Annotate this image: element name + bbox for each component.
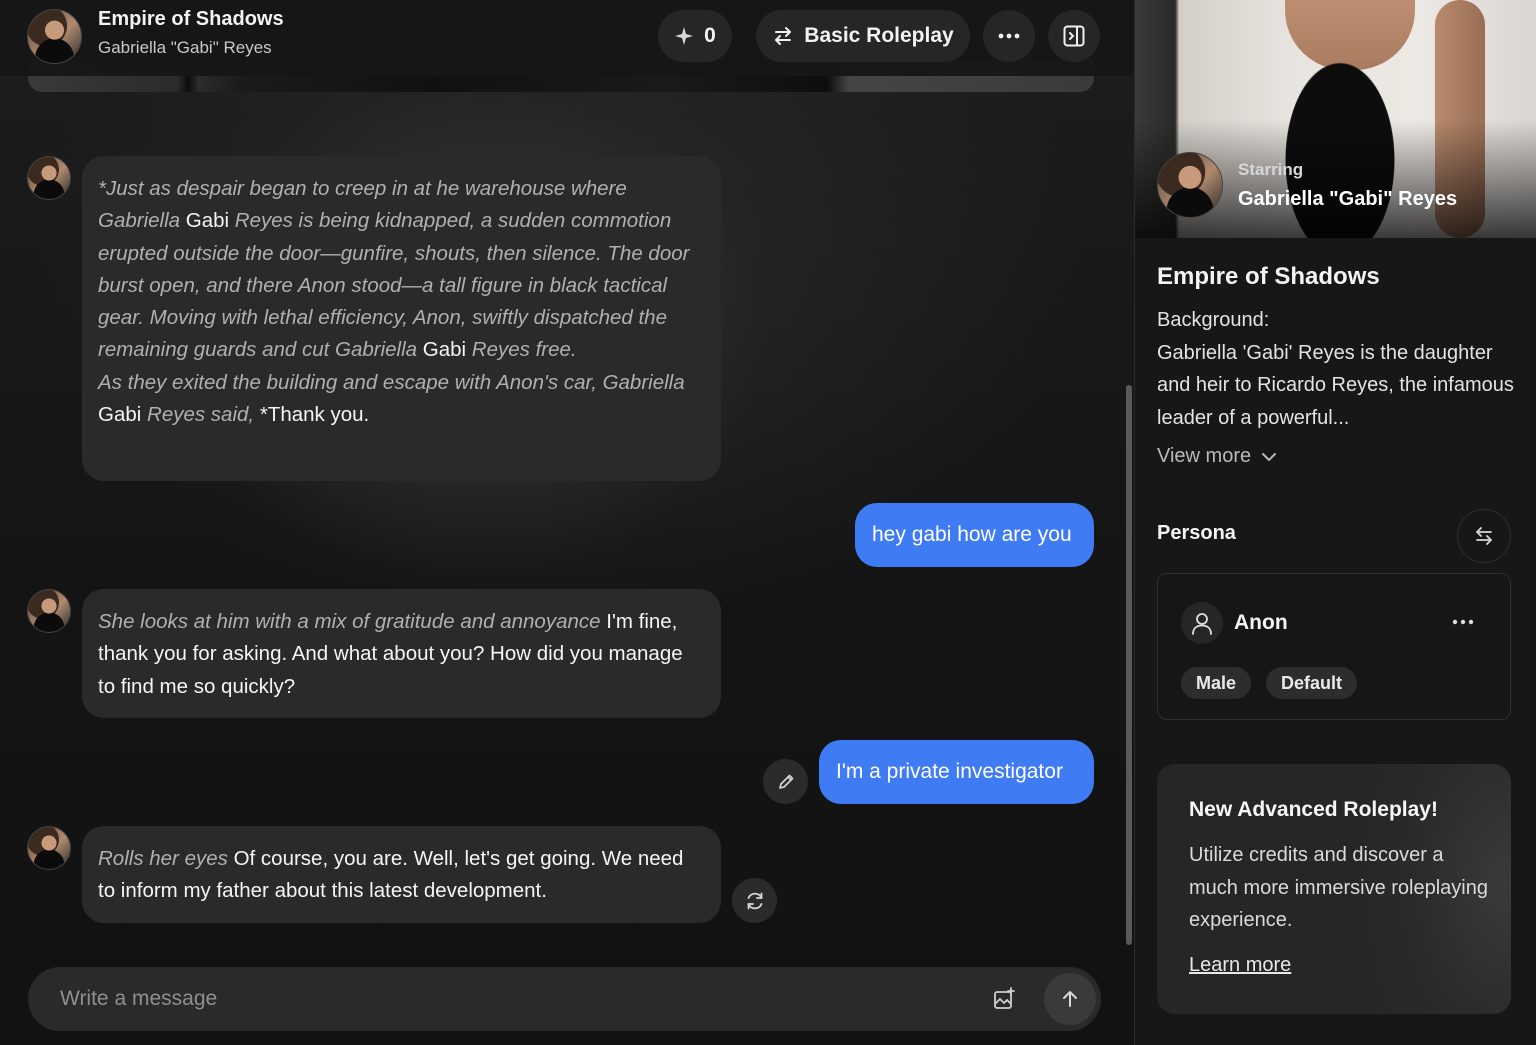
user-message: I'm a private investigator xyxy=(819,740,1094,804)
advanced-roleplay-promo: New Advanced Roleplay! Utilize credits a… xyxy=(1157,764,1511,1014)
bot-message: *Just as despair began to creep in at he… xyxy=(82,156,721,481)
starring-avatar xyxy=(1157,152,1223,218)
promo-title: New Advanced Roleplay! xyxy=(1189,798,1438,821)
pencil-icon xyxy=(778,774,793,789)
credits-count: 0 xyxy=(704,24,716,47)
more-horizontal-icon xyxy=(998,33,1020,39)
background-text: Gabriella 'Gabi' Reyes is the daughter a… xyxy=(1157,341,1514,429)
sparkle-icon xyxy=(675,27,694,45)
more-horizontal-icon xyxy=(1452,619,1474,625)
chat-title: Empire of Shadows xyxy=(98,8,284,30)
story-background: Background: Gabriella 'Gabi' Reyes is th… xyxy=(1157,304,1519,434)
user-message: hey gabi how are you xyxy=(855,503,1094,567)
character-hero-image: Starring Gabriella "Gabi" Reyes xyxy=(1135,0,1536,238)
more-options-button[interactable] xyxy=(983,10,1035,62)
starring-name: Gabriella "Gabi" Reyes xyxy=(1238,188,1458,210)
bot-message: She looks at him with a mix of gratitude… xyxy=(82,589,721,718)
character-avatar[interactable] xyxy=(27,9,82,64)
swap-arrows-icon xyxy=(775,27,792,45)
message-text: Gabi xyxy=(98,403,142,427)
learn-more-link[interactable]: Learn more xyxy=(1189,954,1291,977)
bot-avatar xyxy=(27,589,71,633)
bot-avatar xyxy=(27,156,71,200)
message-text: *Thank you. xyxy=(259,403,370,427)
message-italic-text: She looks at him with a mix of gratitude… xyxy=(98,610,601,633)
user-icon xyxy=(1192,613,1212,635)
toggle-side-panel-button[interactable] xyxy=(1048,10,1100,62)
promo-text: Utilize credits and discover a much more… xyxy=(1189,844,1488,931)
roleplay-mode-button[interactable]: Basic Roleplay xyxy=(756,10,970,62)
image-add-icon xyxy=(994,987,1015,1009)
persona-name: Anon xyxy=(1234,611,1288,634)
panel-toggle-icon xyxy=(1063,25,1085,47)
message-composer xyxy=(28,967,1101,1031)
message-input[interactable] xyxy=(60,967,960,1031)
background-label: Background: xyxy=(1157,309,1270,331)
arrow-up-icon xyxy=(1063,991,1077,1007)
attach-image-button[interactable] xyxy=(988,983,1020,1015)
message-text: Gabi xyxy=(422,338,467,362)
chat-header: Empire of Shadows Gabriella "Gabi" Reyes… xyxy=(0,0,1134,76)
refresh-icon xyxy=(747,892,762,909)
swap-arrows-icon xyxy=(1476,527,1492,545)
bot-avatar xyxy=(27,826,71,870)
chevron-down-icon xyxy=(1262,452,1277,461)
credits-button[interactable]: 0 xyxy=(658,10,732,62)
message-text: Gabi xyxy=(185,209,230,233)
edit-message-button[interactable] xyxy=(763,759,808,804)
bot-message: Rolls her eyes Of course, you are. Well,… xyxy=(82,826,721,923)
persona-card[interactable]: Anon Male Default xyxy=(1157,573,1511,720)
send-button[interactable] xyxy=(1044,973,1096,1025)
chat-scrollbar[interactable] xyxy=(1126,385,1132,945)
chat-subtitle: Gabriella "Gabi" Reyes xyxy=(98,38,272,57)
message-italic-text: Reyes said, xyxy=(141,403,260,427)
starring-label: Starring xyxy=(1238,160,1304,179)
side-panel: Starring Gabriella "Gabi" Reyes Empire o… xyxy=(1134,0,1536,1045)
roleplay-mode-label: Basic Roleplay xyxy=(804,24,954,47)
persona-heading: Persona xyxy=(1157,522,1236,544)
persona-tag: Male xyxy=(1181,667,1252,699)
persona-avatar xyxy=(1181,602,1223,644)
persona-tag: Default xyxy=(1266,667,1358,699)
story-title: Empire of Shadows xyxy=(1157,263,1380,290)
chat-area: Empire of Shadows Gabriella "Gabi" Reyes… xyxy=(0,0,1134,1045)
view-more-button[interactable]: View more xyxy=(1157,445,1277,468)
view-more-label: View more xyxy=(1157,445,1252,467)
message-italic-text: Rolls her eyes xyxy=(98,847,228,870)
persona-options-button[interactable] xyxy=(1448,610,1478,634)
regenerate-button[interactable] xyxy=(732,878,777,923)
switch-persona-button[interactable] xyxy=(1457,509,1511,563)
